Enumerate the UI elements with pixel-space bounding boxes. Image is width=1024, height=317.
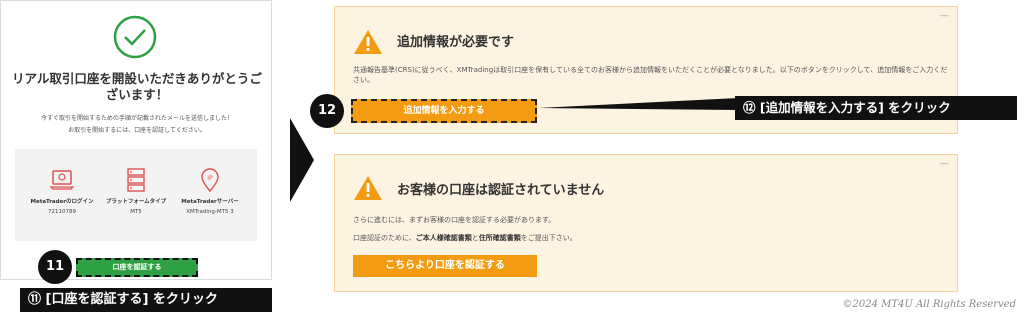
- alert-text: 共通報告基準(CRS)に従うべく、XMTradingは取引口座を保有している全て…: [353, 66, 948, 84]
- location-pin-icon: IP: [201, 168, 219, 193]
- server-info: IP MetaTraderサーバー XMTrading-MT5 3: [175, 167, 245, 215]
- login-info: MetaTraderのログイン 72110789: [27, 167, 97, 215]
- step-12-callout: ⑫ [追加情報を入力する] をクリック: [735, 96, 1017, 120]
- step-11-badge: 11: [38, 250, 72, 284]
- id-document-text: ご本人様確認書類: [415, 234, 472, 242]
- server-icon: [127, 168, 145, 192]
- alert-title: 追加情報が必要です: [397, 35, 515, 50]
- verify-account-button[interactable]: 口座を認証する: [76, 258, 198, 277]
- arrow-right-icon: [290, 118, 314, 202]
- account-info-box: MetaTraderのログイン 72110789 プラットフォームタイプ MT5…: [15, 149, 257, 241]
- step-11-callout: ⑪ [口座を認証する] をクリック: [20, 288, 272, 312]
- platform-value: MT5: [130, 209, 142, 215]
- svg-text:IP: IP: [207, 175, 213, 182]
- collapse-icon[interactable]: —: [940, 159, 949, 169]
- check-circle-icon: [113, 15, 157, 59]
- email-sent-text: 今すぐ取引を開始するための手順が記載されたメールを送信しました！: [40, 115, 233, 122]
- unverified-account-alert: — お客様の口座は認証されていません さらに進むには、まずお客様の口座を認証する…: [334, 154, 958, 292]
- warning-icon: [354, 176, 382, 200]
- server-label: MetaTraderサーバー: [181, 199, 239, 205]
- alert-text: さらに進むには、まずお客様の口座を認証する必要があります。: [353, 216, 556, 224]
- verify-account-link-button[interactable]: こちらより口座を認証する: [353, 255, 537, 277]
- server-value: XMTrading-MT5 3: [186, 209, 234, 215]
- login-label: MetaTraderのログイン: [30, 199, 94, 205]
- page-title: リアル取引口座を開設いただきありがとうございます！: [12, 71, 262, 102]
- callout-pointer: [538, 98, 738, 110]
- platform-label: プラットフォームタイプ: [105, 199, 167, 205]
- copyright-text: ©2024 MT4U All Rights Reserved: [842, 299, 1016, 310]
- verify-instruction-text: お取引を開始するには、口座を認証してください。: [68, 127, 206, 134]
- laptop-icon: [49, 170, 75, 190]
- documents-text: 口座認証のために、ご本人様確認書類と住所確認書類をご提出下さい。: [353, 234, 577, 242]
- alert-title: お客様の口座は認証されていません: [397, 183, 605, 198]
- step-12-badge: 12: [310, 94, 344, 128]
- warning-icon: [354, 30, 382, 54]
- platform-info: プラットフォームタイプ MT5: [101, 167, 171, 215]
- add-info-button[interactable]: 追加情報を入力する: [351, 99, 537, 123]
- address-document-text: 住所確認書類: [478, 234, 521, 242]
- login-value: 72110789: [48, 209, 76, 215]
- account-opened-panel: リアル取引口座を開設いただきありがとうございます！ 今すぐ取引を開始するための手…: [0, 0, 272, 280]
- collapse-icon[interactable]: —: [940, 11, 949, 21]
